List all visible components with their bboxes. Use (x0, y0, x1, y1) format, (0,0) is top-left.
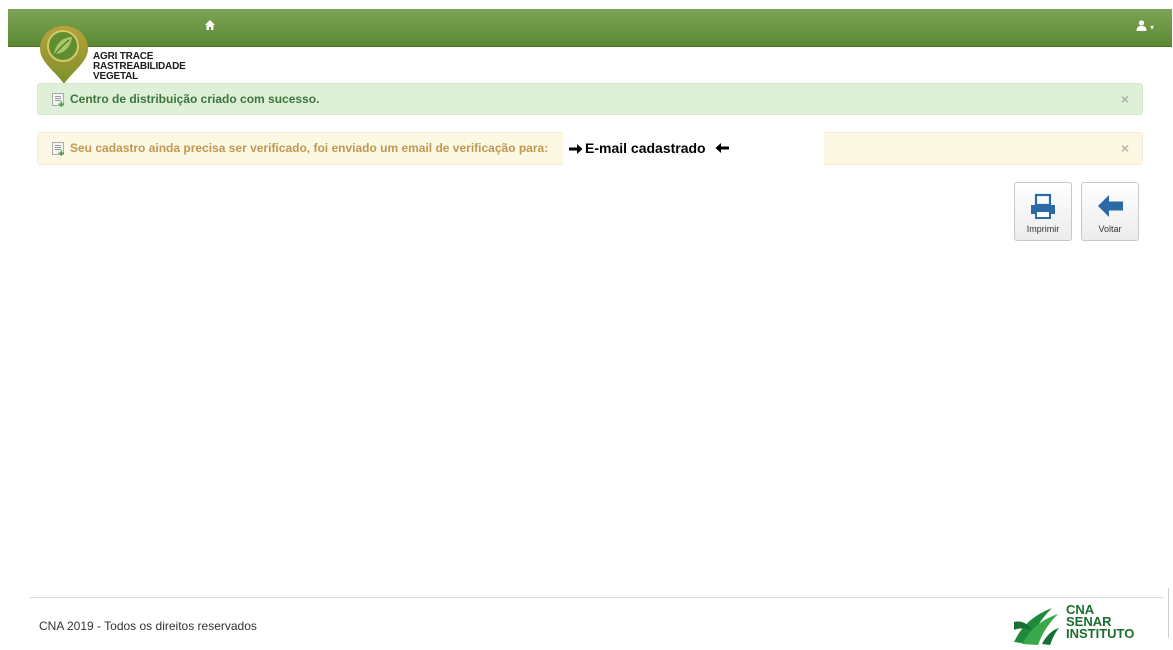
close-icon[interactable]: × (1121, 84, 1129, 114)
scrollbar-stub[interactable] (1168, 588, 1173, 638)
logo-wordmark: AGRI TRACE RASTREABILIDADE VEGETAL (93, 52, 186, 82)
arrow-left-icon (715, 143, 729, 153)
user-icon (1136, 20, 1147, 31)
agri-trace-logo[interactable]: AGRI TRACE RASTREABILIDADE VEGETAL (38, 24, 198, 86)
print-button[interactable]: Imprimir (1014, 182, 1072, 241)
back-button[interactable]: Voltar (1081, 182, 1139, 241)
document-add-icon (52, 142, 66, 158)
footer-divider (30, 597, 1163, 598)
footer-copyright: CNA 2019 - Todos os direitos reservados (39, 619, 257, 633)
back-label: Voltar (1098, 224, 1122, 234)
printer-icon (1031, 193, 1055, 219)
cna-leaf-icon (1014, 608, 1059, 645)
home-icon[interactable] (202, 19, 218, 35)
logo-line-3: VEGETAL (93, 71, 139, 82)
arrow-right-icon (569, 144, 583, 154)
print-label: Imprimir (1026, 224, 1060, 234)
leaf-pin-icon (40, 26, 88, 84)
email-label: E-mail cadastrado (585, 140, 706, 156)
arrow-left-icon (1098, 195, 1123, 217)
cna-wordmark: CNA SENAR INSTITUTO (1066, 603, 1135, 641)
close-icon[interactable]: × (1121, 133, 1129, 163)
chevron-down-icon: ▾ (1149, 23, 1154, 32)
success-alert: Centro de distribuição criado com sucess… (37, 83, 1143, 115)
home-glyph (205, 20, 215, 30)
warning-message: Seu cadastro ainda precisa ser verificad… (70, 141, 549, 155)
cna-senar-logo[interactable]: CNA SENAR INSTITUTO (1012, 603, 1134, 646)
registered-email: E-mail cadastrado (563, 132, 824, 165)
user-menu-button[interactable]: ▾ (1136, 18, 1154, 36)
instituto-line: INSTITUTO (1066, 626, 1135, 641)
document-add-icon (52, 93, 66, 109)
success-message: Centro de distribuição criado com sucess… (70, 92, 320, 106)
